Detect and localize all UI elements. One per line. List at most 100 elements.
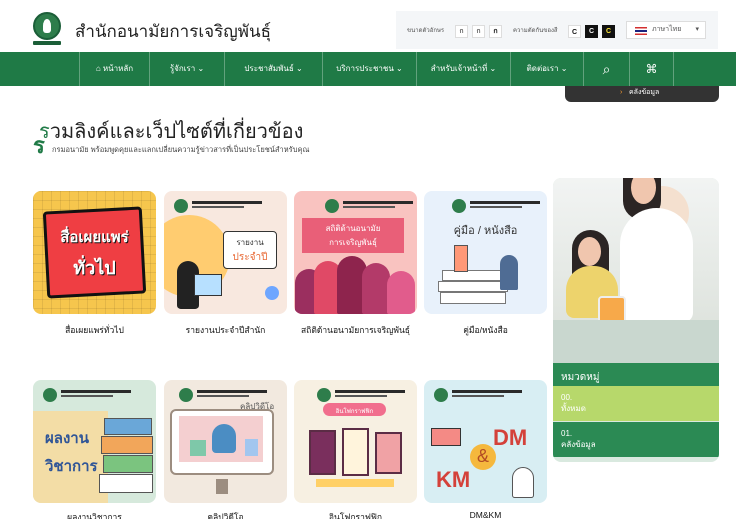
nav-public-relations-label: ประชาสัมพันธ์ [244,64,294,73]
nav-about[interactable]: รู้จักเรา ⌄ [149,52,224,86]
chevron-down-icon: ⌄ [396,64,403,73]
logo-icon[interactable] [33,12,61,40]
card-handbooks[interactable]: คู่มือ / หนังสือ [424,191,547,314]
card-art-text-1: อินโฟกราฟฟิก [335,409,374,415]
section-subtitle: กรมอนามัย พร้อมพูดคุยและแลกเปลี่ยนความรู… [52,145,310,154]
monitor-stand-art [216,479,228,494]
logo-icon [317,388,331,402]
card-label-dmkm[interactable]: DM&KM [424,510,547,519]
category-all-label: ทั้งหมด [561,404,586,413]
card-annual-report[interactable]: รายงาน ประจำปี [164,191,287,314]
person-art [212,424,236,453]
person-art [500,255,518,290]
book-art [440,292,506,304]
card-label-academic-work[interactable]: ผลงานวิชาการ [33,510,156,519]
book-art [99,474,153,493]
site-header: สำนักอนามัยการเจริญพันธุ์ ขนาดตัวอักษร ก… [0,0,736,52]
category-data-store-code: 01. [561,429,573,438]
book-art [431,428,461,446]
category-data-store[interactable]: 01. คลังข้อมูล [553,422,719,457]
font-size-label: ขนาดตัวอักษร [407,28,445,34]
logo-icon [452,199,466,213]
contrast-dark-button[interactable]: C [585,25,598,38]
book-art [454,245,468,272]
counter-art [553,320,719,363]
card-label-publications[interactable]: สื่อเผยแพร่ทั่วไป [33,323,156,337]
book-art [104,418,152,435]
chevron-down-icon: ⌄ [489,64,497,73]
agency-name-art [61,390,131,393]
card-art-text-1: สถิติด้านอนามัย [325,224,381,233]
font-size-medium-button[interactable]: ก [472,25,485,38]
category-all-code: 00. [561,393,573,402]
card-video-clips[interactable]: คลิปวิดีโอ [164,380,287,503]
nav-public-relations[interactable]: ประชาสัมพันธ์ ⌄ [224,52,322,86]
card-art-text-2: ทั่วไป [73,258,116,278]
agency-name-art [61,395,113,397]
card-label-handbooks[interactable]: คู่มือ/หนังสือ [424,323,547,337]
section-title-text: วมลิงค์และเว็ปไซต์ที่เกี่ยวข้อง [49,121,304,143]
card-infographics[interactable]: อินโฟกราฟฟิก [294,380,417,503]
agency-name-art [452,390,522,393]
agency-name-art [197,395,249,397]
card-label-annual-report[interactable]: รายงานประจำปีสำนัก [164,323,287,337]
language-select[interactable]: ภาษาไทย ▾ [626,21,706,39]
site-title[interactable]: สำนักอนามัยการเจริญพันธุ์ [75,18,271,45]
face-art [578,237,601,266]
logo-icon [179,388,193,402]
search-icon[interactable]: ⌕ [583,52,629,86]
card-publications[interactable]: สื่อเผยแพร่ ทั่วไป [33,191,156,314]
agency-name-art [470,206,522,208]
card-label-infographics[interactable]: อินโฟกราฟฟิก [294,510,417,519]
card-academic-work[interactable]: ผลงาน วิชาการ [33,380,156,503]
card-art-text-2: การเจริญพันธุ์ [329,238,377,247]
card-art-text-3: KM [436,467,471,492]
accessibility-toolbar: ขนาดตัวอักษร ก ก ก ความตัดกันของสี C C C… [396,11,718,49]
silhouette-art [362,263,390,314]
contrast-normal-button[interactable]: C [568,25,581,38]
nav-staff[interactable]: สำหรับเจ้าหน้าที่ ⌄ [416,52,510,86]
agency-name-art [343,206,395,208]
dropdown-item-data-store[interactable]: คลังข้อมูล [629,88,659,98]
sitemap-icon[interactable]: ⌘ [629,52,674,86]
agency-name-art [343,201,413,204]
nav-public-services-label: บริการประชาชน [336,64,394,73]
card-art-text-2: วิชาการ [45,458,98,475]
card-dmkm[interactable]: DM & KM [424,380,547,503]
card-label-video-clips[interactable]: คลิปวิดีโอ [164,510,287,519]
contrast-yellow-button[interactable]: C [602,25,615,38]
agency-name-art [192,201,262,204]
book-art [442,270,504,281]
agency-name-art [192,206,244,208]
font-size-large-button[interactable]: ก [489,25,502,38]
category-all[interactable]: 00. ทั้งหมด [553,386,719,421]
chevron-down-icon: ▾ [695,26,699,33]
home-icon: ⌂ [95,64,103,73]
agency-name-art [470,201,540,204]
navigation-dropdown: › คลังข้อมูล [565,86,719,102]
font-size-small-button[interactable]: ก [455,25,468,38]
logo-icon [434,388,448,402]
nav-public-services[interactable]: บริการประชาชน ⌄ [322,52,416,86]
nav-home[interactable]: ⌂ หน้าหลัก [79,52,149,86]
paper-art [194,274,222,296]
nav-home-label: หน้าหลัก [102,64,134,73]
infographic-panel-art [375,432,402,474]
nav-about-label: รู้จักเรา [169,64,196,73]
logo-icon [43,388,57,402]
section-title: รวมลิงค์และเว็ปไซต์ที่เกี่ยวข้อง [39,115,303,147]
section-subtitle-first-letter: ร [33,133,45,158]
card-statistics[interactable]: สถิติด้านอนามัย การเจริญพันธุ์ [294,191,417,314]
logo-icon [325,199,339,213]
logo-icon [174,199,188,213]
card-art-text-1: สื่อเผยแพร่ [60,229,129,246]
card-art-text-1: คู่มือ / หนังสือ [453,225,518,237]
agency-name-art [197,390,267,393]
person-art [512,467,534,498]
silhouette-art [387,271,415,314]
flag-icon [635,27,647,35]
nav-contact[interactable]: ติดต่อเรา ⌄ [510,52,583,86]
card-label-statistics[interactable]: สถิติด้านอนามัยการเจริญพันธุ์ [294,323,417,337]
card-art-text-1: DM [493,425,528,450]
category-data-store-label: คลังข้อมูล [561,440,596,449]
